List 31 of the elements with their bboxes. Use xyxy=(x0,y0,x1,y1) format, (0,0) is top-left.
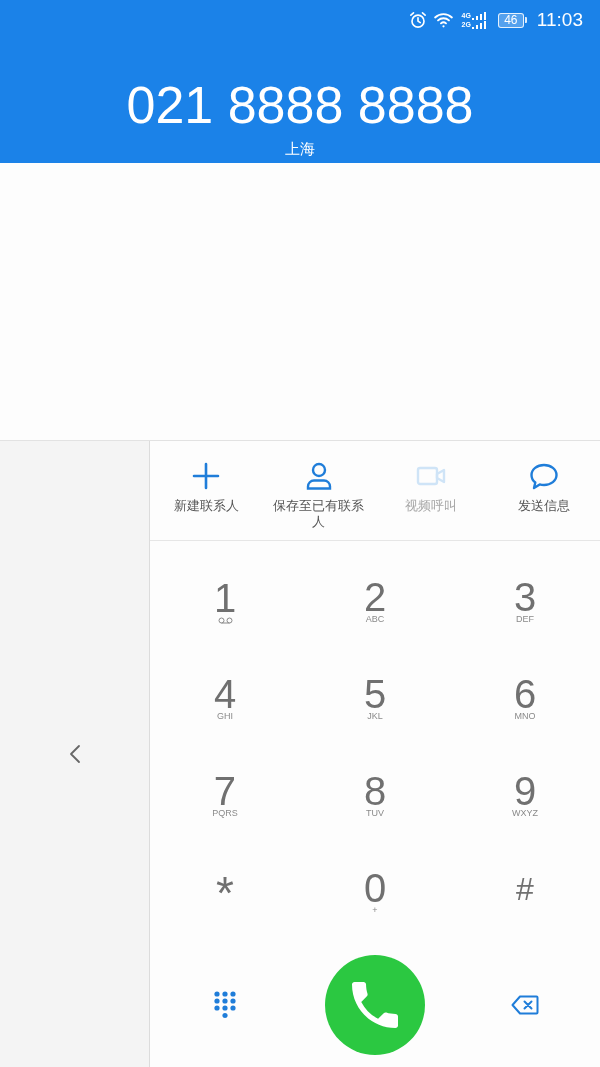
dial-key[interactable]: * xyxy=(210,871,240,916)
action-button[interactable]: 发送信息 xyxy=(517,462,570,514)
action-button[interactable]: 保存至已有联系人 xyxy=(268,462,369,530)
dial-key[interactable]: 7PQRS xyxy=(206,774,244,819)
backspace-icon[interactable] xyxy=(511,994,539,1015)
dial-key[interactable]: # xyxy=(510,871,540,916)
battery-indicator: 46 xyxy=(497,12,527,28)
signal-icon xyxy=(471,20,486,29)
dial-key[interactable]: 2ABC xyxy=(357,580,393,625)
signal-icon xyxy=(471,11,486,20)
dial-key[interactable]: 4GHI xyxy=(207,677,243,722)
person-icon xyxy=(304,462,333,490)
dial-key[interactable]: 6MNO xyxy=(507,677,543,722)
dial-key[interactable]: 5JKL xyxy=(357,677,393,722)
dialed-number: 021 8888 8888 xyxy=(126,75,474,135)
dial-key[interactable]: 8TUV xyxy=(357,774,393,819)
action-button[interactable]: 新建联系人 xyxy=(173,462,239,514)
dialpad-icon[interactable] xyxy=(214,990,236,1019)
dial-key[interactable]: 0+ xyxy=(357,871,393,916)
alarm-icon xyxy=(408,11,427,29)
number-location: 上海 xyxy=(285,141,315,157)
chevron-left-icon[interactable] xyxy=(68,744,81,764)
clock-time: 11:03 xyxy=(536,9,583,31)
dial-key[interactable]: 9 WXYZ xyxy=(506,774,544,819)
speech-bubble-icon xyxy=(528,462,559,490)
dial-key[interactable]: 1 xyxy=(207,581,243,624)
phone-icon xyxy=(352,981,398,1028)
dial-key[interactable]: 3DEF xyxy=(507,580,543,625)
plus-icon xyxy=(192,462,221,490)
wifi-icon xyxy=(432,12,454,28)
voicemail-icon xyxy=(217,617,233,624)
